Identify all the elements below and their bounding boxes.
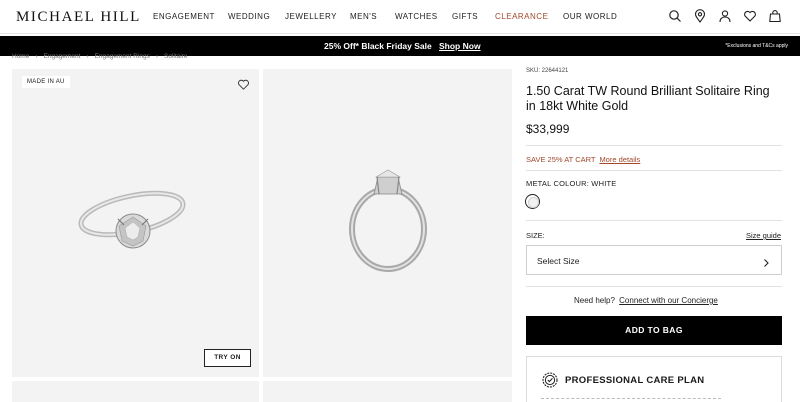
product-image-main[interactable]: MADE IN AU TRY ON xyxy=(12,69,259,377)
care-plan-title: PROFESSIONAL CARE PLAN xyxy=(565,375,705,386)
help-text: Need help? xyxy=(574,296,615,305)
breadcrumb-home[interactable]: Home xyxy=(12,53,29,60)
search-icon[interactable] xyxy=(668,9,682,23)
size-guide-link[interactable]: Size guide xyxy=(746,231,781,240)
promo-text: 25% Off* Black Friday Sale xyxy=(324,41,432,51)
size-select[interactable]: Select Size xyxy=(526,245,782,275)
concierge-link[interactable]: Connect with our Concierge xyxy=(619,296,718,305)
location-pin-icon[interactable] xyxy=(693,9,707,23)
product-image-side[interactable] xyxy=(263,69,512,377)
site-header: MICHAEL HILL ENGAGEMENT WEDDING JEWELLER… xyxy=(0,0,800,34)
nav-item-jewellery[interactable]: JEWELLERY xyxy=(285,12,337,21)
promo-terms-note: *Exclusions and T&Cs apply xyxy=(725,43,788,49)
account-icon[interactable] xyxy=(718,9,732,23)
help-line: Need help? Connect with our Concierge xyxy=(574,296,718,305)
shield-check-icon xyxy=(542,372,558,388)
ring-angled-image xyxy=(78,190,186,249)
care-plan-card[interactable]: PROFESSIONAL CARE PLAN xyxy=(526,356,782,402)
divider xyxy=(526,145,782,146)
save-promo: SAVE 25% AT CART More details xyxy=(526,155,640,164)
breadcrumb-engagement[interactable]: Engagement xyxy=(44,53,81,60)
add-to-bag-button[interactable]: ADD TO BAG xyxy=(526,316,782,345)
nav-item-engagement[interactable]: ENGAGEMENT xyxy=(153,12,215,21)
nav-item-gifts[interactable]: GIFTS xyxy=(452,12,478,21)
metal-colour-label: METAL COLOUR: WHITE xyxy=(526,179,617,188)
ring-side-image xyxy=(349,169,427,272)
product-image-thumb[interactable] xyxy=(12,381,259,402)
care-plan-description xyxy=(541,398,721,401)
promo-shop-now-link[interactable]: Shop Now xyxy=(439,41,481,51)
divider xyxy=(526,170,782,171)
metal-swatch-white[interactable] xyxy=(525,194,540,209)
divider xyxy=(526,286,782,287)
chevron-right-icon xyxy=(761,255,771,267)
size-select-value: Select Size xyxy=(537,256,580,266)
more-details-link[interactable]: More details xyxy=(599,155,640,164)
product-title: 1.50 Carat TW Round Brilliant Solitaire … xyxy=(526,84,770,113)
nav-item-our-world[interactable]: OUR WORLD xyxy=(563,12,617,21)
save-text: SAVE 25% AT CART xyxy=(526,155,596,164)
nav-item-mens[interactable]: MEN'S xyxy=(350,12,377,21)
breadcrumb: Home › Engagement › Engagement Rings › S… xyxy=(12,53,188,60)
product-image-thumb[interactable] xyxy=(263,381,512,402)
brand-logo[interactable]: MICHAEL HILL xyxy=(16,9,141,26)
bag-icon[interactable] xyxy=(768,9,782,23)
breadcrumb-separator: › xyxy=(155,53,159,60)
product-price: $33,999 xyxy=(526,122,570,136)
heart-icon[interactable] xyxy=(743,9,757,23)
product-sku: SKU: 22644121 xyxy=(526,68,569,74)
nav-item-wedding[interactable]: WEDDING xyxy=(228,12,270,21)
try-on-button[interactable]: TRY ON xyxy=(204,349,251,367)
breadcrumb-engagement-rings[interactable]: Engagement Rings xyxy=(95,53,150,60)
breadcrumb-separator: › xyxy=(86,53,89,60)
nav-item-clearance[interactable]: CLEARANCE xyxy=(495,12,548,21)
divider xyxy=(526,220,782,221)
size-label: SIZE: xyxy=(526,231,545,240)
breadcrumb-separator: › xyxy=(35,53,38,60)
nav-item-watches[interactable]: WATCHES xyxy=(395,12,438,21)
breadcrumb-solitaire[interactable]: Solitaire xyxy=(164,53,187,60)
